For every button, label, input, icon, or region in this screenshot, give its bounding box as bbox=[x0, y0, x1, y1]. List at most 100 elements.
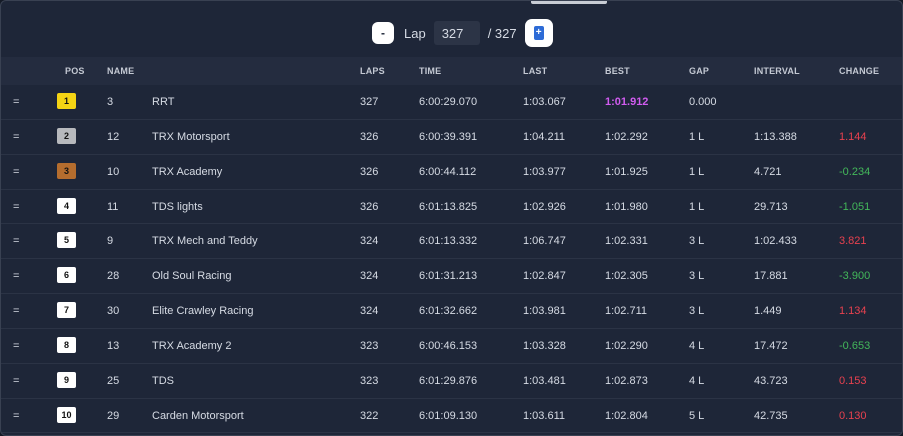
time-value: 6:01:32.662 bbox=[419, 305, 478, 318]
car-number: 10 bbox=[107, 165, 120, 178]
position-badge: 9 bbox=[57, 371, 76, 388]
interval-value: 1:02.433 bbox=[754, 235, 797, 248]
lap-input[interactable] bbox=[433, 21, 480, 45]
table-row[interactable]: 8 = 13 TRX Academy 2 323 6:00:46.153 1:03.328 1… bbox=[1, 329, 902, 364]
col-gap[interactable]: GAP bbox=[689, 57, 709, 85]
position-badge: 4 bbox=[57, 197, 76, 214]
col-last[interactable]: LAST bbox=[523, 57, 547, 85]
change-value: -1.051 bbox=[839, 200, 871, 213]
laps-value: 326 bbox=[360, 200, 379, 213]
lap-total: / 327 bbox=[487, 25, 517, 41]
team-name: TRX Academy 2 bbox=[152, 339, 232, 352]
car-number: 3 bbox=[107, 96, 114, 108]
last-lap-value: 1:04.211 bbox=[523, 130, 566, 143]
table-row[interactable]: 10 = 29 Carden Motorsport 322 6:01:09.130 1:03… bbox=[1, 399, 902, 434]
time-value: 6:00:39.391 bbox=[419, 130, 478, 143]
trend-indicator: = bbox=[13, 374, 20, 387]
last-lap-value: 1:03.328 bbox=[523, 339, 566, 352]
gap-value: 1 L bbox=[689, 165, 705, 178]
laps-value: 324 bbox=[360, 305, 379, 318]
trend-indicator: = bbox=[13, 305, 20, 318]
position-badge: 2 bbox=[57, 127, 76, 144]
table-row[interactable]: 9 = 25 TDS 323 6:01:29.876 1:03.481 1:02.873 4 L… bbox=[1, 364, 902, 399]
team-name: TRX Academy bbox=[152, 165, 223, 178]
trend-indicator: = bbox=[13, 165, 20, 178]
col-time[interactable]: TIME bbox=[419, 57, 441, 85]
team-name: Carden Motorsport bbox=[152, 409, 244, 422]
time-value: 6:01:13.332 bbox=[419, 235, 478, 248]
table-row[interactable]: 1 = 3 RRT 327 6:00:29.070 1:03.067 1:01.912 0.00… bbox=[1, 85, 902, 120]
car-number: 12 bbox=[107, 130, 120, 143]
laps-value: 323 bbox=[360, 339, 379, 352]
gap-value: 3 L bbox=[689, 270, 705, 283]
col-laps[interactable]: LAPS bbox=[360, 57, 385, 85]
best-lap-value: 1:01.912 bbox=[605, 96, 649, 108]
best-lap-value: 1:02.305 bbox=[605, 270, 648, 283]
time-value: 6:01:09.130 bbox=[419, 409, 478, 422]
col-change[interactable]: CHANGE bbox=[839, 57, 879, 85]
best-lap-value: 1:02.290 bbox=[605, 339, 648, 352]
car-number: 28 bbox=[107, 270, 120, 283]
gap-value: 4 L bbox=[689, 339, 705, 352]
trend-indicator: = bbox=[13, 235, 20, 248]
interval-value: 4.721 bbox=[754, 165, 782, 178]
table-row[interactable]: 2 = 12 TRX Motorsport 326 6:00:39.391 1:04.211… bbox=[1, 120, 902, 155]
best-lap-value: 1:02.292 bbox=[605, 130, 648, 143]
change-value: -3.900 bbox=[839, 270, 871, 283]
team-name: TDS lights bbox=[152, 200, 203, 213]
time-value: 6:00:46.153 bbox=[419, 339, 478, 352]
col-interval[interactable]: INTERVAL bbox=[754, 57, 800, 85]
car-number: 25 bbox=[107, 374, 120, 387]
table-row[interactable]: 7 = 30 Elite Crawley Racing 324 6:01:32.662 1:… bbox=[1, 294, 902, 329]
col-name[interactable]: NAME bbox=[107, 57, 134, 85]
laps-value: 326 bbox=[360, 165, 379, 178]
car-number: 29 bbox=[107, 409, 120, 422]
top-indicator bbox=[531, 1, 607, 4]
car-number: 13 bbox=[107, 339, 120, 352]
interval-value: 29.713 bbox=[754, 200, 788, 213]
car-number: 30 bbox=[107, 305, 120, 318]
change-value: 0.130 bbox=[839, 409, 867, 422]
table-row[interactable]: 6 = 28 Old Soul Racing 324 6:01:31.213 1:02.84… bbox=[1, 259, 902, 295]
lap-decrement-button[interactable]: - bbox=[372, 22, 394, 44]
trend-indicator: = bbox=[13, 200, 20, 213]
trend-indicator: = bbox=[13, 130, 20, 143]
time-value: 6:01:31.213 bbox=[419, 270, 478, 283]
laps-value: 324 bbox=[360, 270, 379, 283]
change-value: -0.234 bbox=[839, 165, 871, 178]
car-number: 11 bbox=[107, 200, 119, 213]
team-name: RRT bbox=[152, 96, 175, 108]
table-row[interactable]: 4 = 11 TDS lights 326 6:01:13.825 1:02.926 1:01… bbox=[1, 190, 902, 225]
team-name: TRX Motorsport bbox=[152, 130, 230, 143]
team-name: Old Soul Racing bbox=[152, 270, 232, 283]
team-name: Elite Crawley Racing bbox=[152, 305, 254, 318]
car-number: 9 bbox=[107, 235, 114, 248]
gap-value: 3 L bbox=[689, 305, 705, 318]
laps-value: 322 bbox=[360, 409, 379, 422]
position-badge: 6 bbox=[57, 267, 76, 284]
standings-table: 1 = 3 RRT 327 6:00:29.070 1:03.067 1:01.912 0.00… bbox=[1, 85, 902, 434]
gap-value: 4 L bbox=[689, 374, 705, 387]
last-lap-value: 1:03.067 bbox=[523, 96, 566, 108]
table-row[interactable]: 3 = 10 TRX Academy 326 6:00:44.112 1:03.977 1:0… bbox=[1, 155, 902, 190]
time-value: 6:00:44.112 bbox=[419, 165, 477, 178]
position-badge: 7 bbox=[57, 302, 76, 319]
best-lap-value: 1:02.804 bbox=[605, 409, 648, 422]
change-value: 0.153 bbox=[839, 374, 867, 387]
col-best[interactable]: BEST bbox=[605, 57, 630, 85]
laps-value: 326 bbox=[360, 130, 379, 143]
gap-value: 0.000 bbox=[689, 96, 717, 108]
last-lap-value: 1:06.747 bbox=[523, 235, 566, 248]
position-badge: 8 bbox=[57, 336, 76, 353]
lap-increment-button[interactable]: + bbox=[524, 19, 553, 47]
table-row[interactable]: 5 = 9 TRX Mech and Teddy 324 6:01:13.332 1:06.… bbox=[1, 224, 902, 260]
table-header: POS NAME LAPS TIME LAST BEST GAP INTERVA… bbox=[1, 57, 902, 85]
interval-value: 17.472 bbox=[754, 339, 788, 352]
last-lap-value: 1:02.847 bbox=[523, 270, 566, 283]
team-name: TDS bbox=[152, 374, 174, 387]
col-pos[interactable]: POS bbox=[65, 57, 85, 85]
change-value: 1.134 bbox=[839, 305, 867, 318]
last-lap-value: 1:03.977 bbox=[523, 165, 566, 178]
trend-indicator: = bbox=[13, 409, 20, 422]
last-lap-value: 1:03.981 bbox=[523, 305, 566, 318]
